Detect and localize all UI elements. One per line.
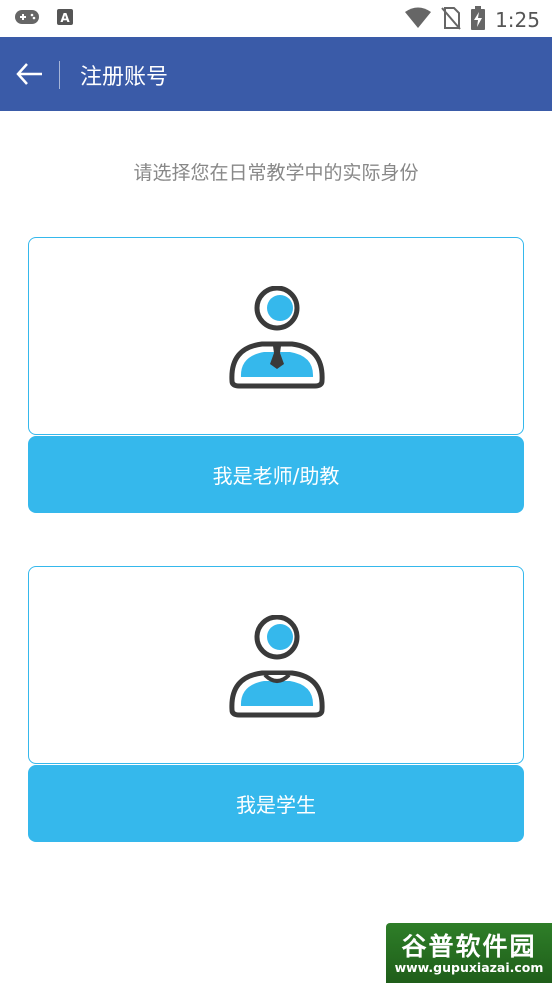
student-role-button[interactable]: 我是学生 (28, 765, 524, 842)
student-role-card[interactable] (28, 566, 524, 764)
status-time: 1:25 (495, 8, 540, 32)
teacher-role-button[interactable]: 我是老师/助教 (28, 436, 524, 513)
instruction-text: 请选择您在日常教学中的实际身份 (133, 162, 419, 184)
battery-charging-icon (471, 6, 486, 34)
status-bar: A 1:25 (0, 0, 552, 37)
no-sim-icon (441, 6, 461, 34)
text-a-icon: A (56, 8, 74, 30)
wifi-icon (405, 7, 432, 33)
status-right-icons: 1:25 (405, 6, 540, 34)
watermark-logo: 谷普软件园 www.gupuxiazai.com (386, 923, 552, 983)
page-title: 注册账号 (80, 65, 169, 90)
app-bar-divider (59, 61, 60, 89)
watermark-title: 谷普软件园 (401, 932, 537, 961)
arrow-left-icon (12, 63, 48, 97)
gamepad-icon (14, 8, 40, 30)
watermark-url: www.gupuxiazai.com (394, 960, 544, 975)
status-left-icons: A (14, 8, 74, 30)
svg-text:A: A (60, 11, 70, 25)
teacher-role-card[interactable] (28, 237, 524, 435)
back-button[interactable] (12, 55, 48, 93)
app-bar: 注册账号 (0, 37, 552, 111)
